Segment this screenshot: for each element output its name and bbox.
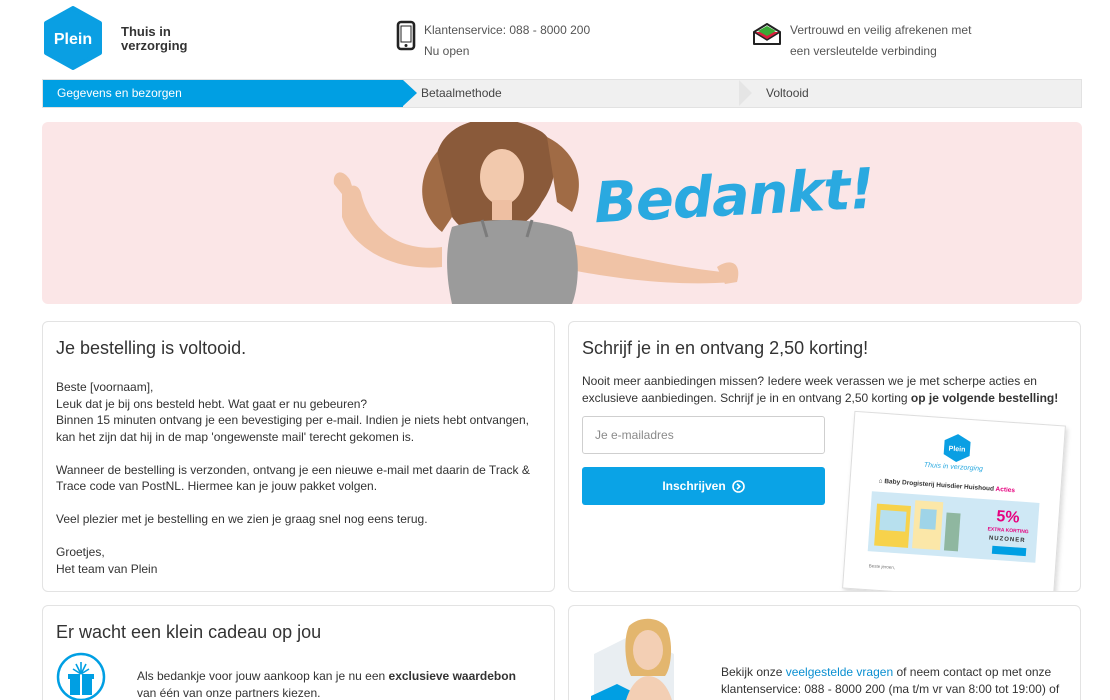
- service-text-line-2: klantenservice: 088 - 8000 200 (ma t/m v…: [721, 681, 1060, 696]
- secure-envelope-icon: [753, 23, 781, 45]
- step-arrow: [403, 80, 417, 106]
- tracking-line-2: Trace code van PostNL. Hiermee kan je jo…: [56, 479, 378, 493]
- gift-text-plain: Als bedankje voor jouw aankoop kan je nu…: [137, 669, 389, 683]
- plein-logo[interactable]: Plein: [42, 6, 104, 70]
- preview-nav: ⌂ Baby Drogisterij Huisdier Huishoud Act…: [878, 478, 1015, 495]
- preview-nav-drogisterij: Drogisterij: [901, 479, 935, 489]
- newsletter-card: Schrijf je in en ontvang 2,50 korting! N…: [568, 321, 1081, 592]
- order-line-1: Leuk dat je bij ons besteld hebt. Wat ga…: [56, 396, 368, 411]
- preview-nav-huisdier: Huisdier: [936, 481, 963, 491]
- service-agent-photo: [591, 618, 674, 700]
- arrow-circle-icon: [731, 479, 745, 493]
- preview-nav-acties: Acties: [995, 485, 1016, 495]
- secure-checkout-info: Vertrouwd en veilig afrekenen met een ve…: [752, 20, 971, 62]
- newsletter-desc-bold: op je volgende bestelling!: [910, 390, 1059, 405]
- newsletter-title: Schrijf je in en ontvang 2,50 korting!: [582, 338, 869, 358]
- thank-you-banner: Bedankt!: [42, 122, 1082, 304]
- step-separator: [739, 80, 752, 106]
- preview-korting: EXTRA KORTING: [987, 526, 1029, 536]
- customer-service-card: Bekijk onze veelgestelde vragen of neem …: [568, 605, 1081, 700]
- preview-logo-text: Plein: [948, 445, 965, 453]
- newsletter-description: Nooit meer aanbiedingen missen? Iedere w…: [582, 373, 1077, 406]
- email-input[interactable]: [582, 416, 825, 454]
- gift-icon: [56, 652, 106, 700]
- checkout-progress: Gegevens en bezorgen Betaalmethode Volto…: [42, 79, 1082, 108]
- newsletter-preview-image: Plein Thuis in verzorging ⌂ Baby Drogist…: [842, 410, 1066, 591]
- plein-logo-text: Plein: [54, 31, 92, 48]
- product-pack-image: [874, 500, 961, 552]
- gift-title: Er wacht een klein cadeau op jou: [56, 622, 322, 642]
- trust-line-1: Vertrouwd en veilig afrekenen met: [790, 23, 972, 37]
- closing-1: Groetjes,: [56, 545, 105, 559]
- preview-tagline: Thuis in verzorging: [923, 461, 984, 473]
- tagline-line-2: verzorging: [121, 38, 188, 53]
- newsletter-desc-line-2: exclusieve aanbiedingen. Schrijf je in e…: [582, 390, 911, 405]
- gift-card: Er wacht een klein cadeau op jou Als bed…: [42, 605, 555, 700]
- enjoy-line: Veel plezier met je bestelling en we zie…: [56, 512, 428, 526]
- newsletter-desc-line-1: Nooit meer aanbiedingen missen? Iedere w…: [582, 374, 1037, 388]
- logo-tagline: Thuis in verzorging: [121, 25, 187, 53]
- gift-text-line-2: van één van onze partners kiezen.: [137, 685, 321, 700]
- order-complete-message: Beste [voornaam], Leuk dat je bij ons be…: [56, 379, 546, 577]
- service-status: Nu open: [424, 44, 470, 58]
- closing-2: Het team van Plein: [56, 561, 158, 576]
- service-text-plain-2: of neem contact op met onze: [893, 665, 1052, 679]
- preview-code: NUZONER: [988, 535, 1026, 545]
- preview-nav-huishoud: Huishoud: [963, 483, 995, 493]
- step-gegevens-label: Gegevens en bezorgen: [57, 86, 182, 100]
- preview-body: Beste jeroen,: [868, 563, 896, 571]
- faq-link[interactable]: veelgestelde vragen: [786, 665, 893, 679]
- home-icon: ⌂: [878, 477, 883, 485]
- service-text-plain-1: Bekijk onze: [721, 665, 786, 679]
- phone-icon: [396, 20, 416, 51]
- service-phone[interactable]: Klantenservice: 088 - 8000 200: [424, 20, 590, 41]
- subscribe-button[interactable]: Inschrijven: [582, 467, 825, 505]
- preview-nav-baby: Baby: [884, 478, 901, 487]
- step-gegevens[interactable]: Gegevens en bezorgen: [43, 80, 403, 107]
- service-text: Bekijk onze veelgestelde vragen of neem …: [721, 664, 1076, 697]
- greeting: Beste [voornaam],: [56, 380, 154, 394]
- trust-line-2: een versleutelde verbinding: [790, 44, 937, 58]
- gift-text: Als bedankje voor jouw aankoop kan je nu…: [137, 668, 547, 700]
- tracking-line-1: Wanneer de bestelling is verzonden, ontv…: [56, 462, 530, 477]
- customer-service-info: Klantenservice: 088 - 8000 200 Nu open: [396, 20, 590, 62]
- subscribe-label: Inschrijven: [662, 479, 726, 493]
- preview-promo: 5% EXTRA KORTING NUZONER: [867, 491, 1040, 563]
- step-voltooid: Voltooid: [766, 86, 809, 100]
- step-betaalmethode: Betaalmethode: [421, 86, 502, 100]
- order-complete-title: Je bestelling is voltooid.: [56, 338, 247, 358]
- preview-logo: Plein: [943, 434, 971, 463]
- preview-percent: 5%: [995, 508, 1021, 527]
- dancing-woman-image: [333, 122, 739, 304]
- gift-text-bold[interactable]: exclusieve waardebon: [389, 669, 516, 683]
- preview-button: [991, 545, 1027, 557]
- order-line-3: kan het zijn dat hij in de map 'ongewens…: [56, 429, 415, 444]
- order-line-2: Binnen 15 minuten ontvang je een bevesti…: [56, 413, 529, 427]
- order-complete-card: Je bestelling is voltooid. Beste [voorna…: [42, 321, 555, 592]
- tagline-line-1: Thuis in: [121, 24, 171, 39]
